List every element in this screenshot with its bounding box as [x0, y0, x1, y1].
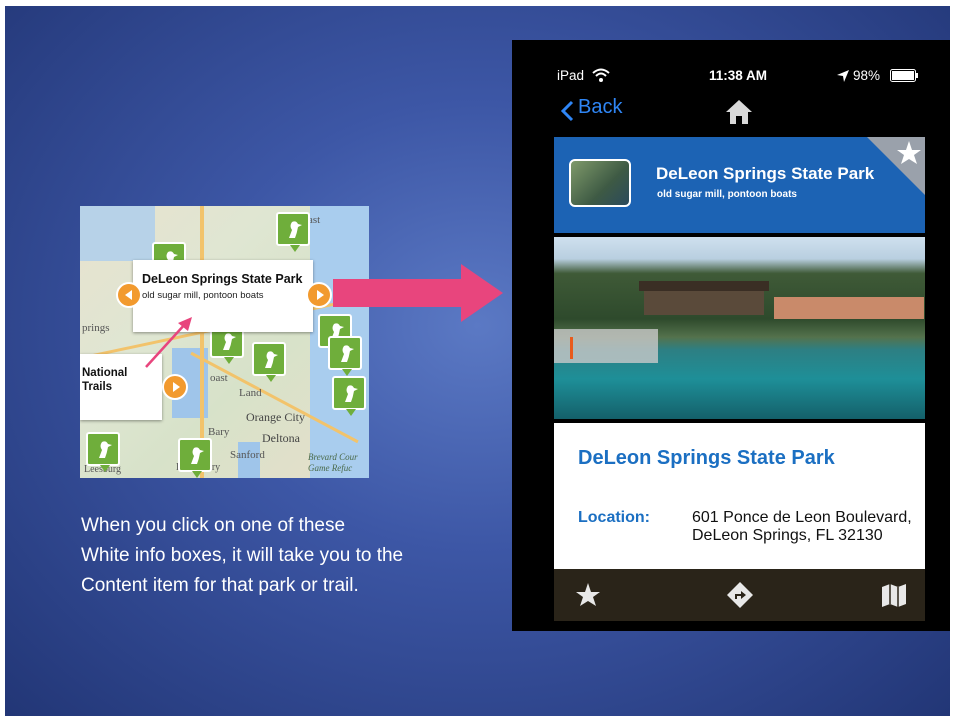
back-label: Back	[578, 96, 623, 118]
tab-bar	[554, 569, 925, 621]
location-arrow-icon	[837, 70, 849, 82]
header-title: DeLeon Springs State Park	[656, 164, 875, 183]
trail-box-line: Trails	[82, 381, 113, 393]
wifi-icon	[592, 68, 610, 82]
caption-line: When you click on one of these	[81, 515, 346, 536]
status-battery: 98%	[853, 68, 881, 83]
pavilion-roof	[639, 281, 769, 291]
info-box-subtitle: old sugar mill, pontoon boats	[142, 290, 264, 301]
caption-line: Content item for that park or trail.	[81, 575, 359, 596]
map-pin-bird-icon[interactable]	[252, 342, 286, 382]
header-subtitle: old sugar mill, pontoon boats	[657, 189, 797, 200]
location-label: Location:	[578, 509, 650, 526]
home-icon[interactable]	[725, 99, 753, 125]
map-screenshot: ast prings oast Land Orange City Bary De…	[80, 206, 369, 478]
park-photo	[554, 237, 925, 419]
content-title: DeLeon Springs State Park	[578, 447, 835, 469]
map-label: Bary	[208, 426, 230, 438]
map-icon[interactable]	[880, 581, 908, 609]
trail-box-line: National	[82, 367, 128, 379]
info-box-prev-icon[interactable]	[116, 282, 142, 308]
park-thumbnail	[569, 159, 631, 207]
map-pin-bird-icon[interactable]	[332, 376, 366, 416]
status-time: 11:38 AM	[709, 68, 768, 83]
map-pin-bird-icon[interactable]	[276, 212, 310, 252]
trail-box-next-icon[interactable]	[162, 374, 188, 400]
caption-line: White info boxes, it will take you to th…	[81, 545, 404, 566]
map-label: prings	[82, 322, 110, 334]
map-label: Sanford	[230, 449, 265, 461]
star-icon[interactable]	[896, 140, 922, 166]
info-box-next-icon[interactable]	[306, 282, 332, 308]
map-label: Game Refuc	[308, 463, 353, 473]
content-header: DeLeon Springs State Park old sugar mill…	[554, 137, 925, 233]
map-pin-bird-icon[interactable]	[178, 438, 212, 478]
location-value[interactable]: 601 Ponce de Leon Boulevard, DeLeon Spri…	[692, 509, 912, 545]
map-label: Brevard Cour	[308, 452, 358, 462]
app-screenshot: iPad 11:38 AM 98% Back DeLeon Springs St…	[512, 40, 950, 631]
map-label: Land	[239, 387, 262, 399]
map-label: oast	[210, 372, 228, 384]
caption: When you click on one of these White inf…	[81, 511, 481, 601]
big-arrow-icon	[333, 264, 503, 322]
info-box-title: DeLeon Springs State Park	[142, 272, 303, 286]
pointer-arrow-icon	[145, 317, 192, 368]
map-label: Deltona	[262, 431, 300, 445]
pavilion-shape	[644, 287, 764, 315]
map-label: Orange City	[246, 410, 305, 424]
buoy-pole	[570, 337, 573, 359]
battery-icon	[890, 69, 918, 82]
status-device: iPad	[557, 68, 585, 83]
slide: ast prings oast Land Orange City Bary De…	[5, 6, 950, 716]
map-pin-bird-icon[interactable]	[86, 432, 120, 472]
map-pin-bird-icon[interactable]	[328, 336, 362, 376]
directions-icon[interactable]	[726, 581, 754, 609]
star-icon[interactable]	[574, 581, 602, 609]
chevron-left-icon	[560, 100, 574, 122]
building-shape	[774, 297, 924, 319]
content-body: DeLeon Springs State Park Location: 601 …	[554, 423, 925, 569]
